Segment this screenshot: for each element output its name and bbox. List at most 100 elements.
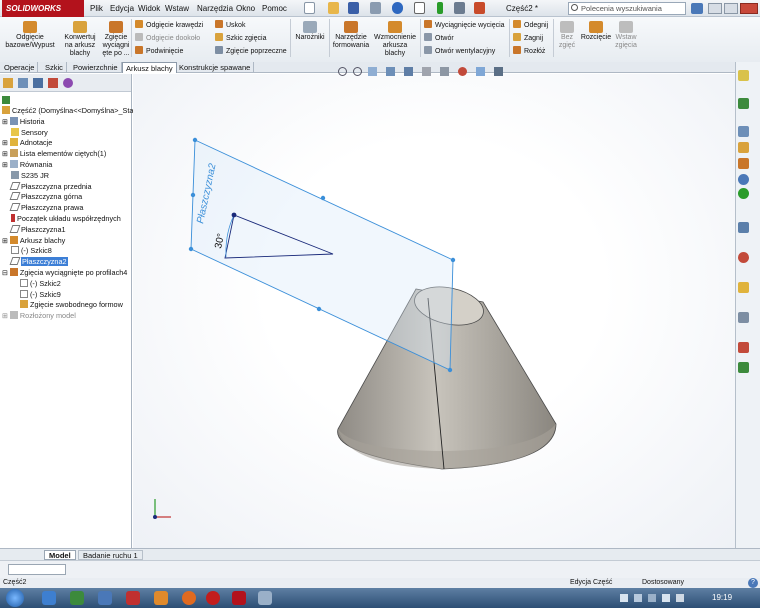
tray-icon[interactable]	[634, 594, 642, 602]
menu-tools[interactable]: Narzędzia	[197, 0, 233, 17]
file-explorer-icon[interactable]	[738, 158, 749, 169]
tray-icon[interactable]	[648, 594, 656, 602]
tree-item-flat-pattern[interactable]: ⊞ Rozłożony model	[2, 311, 76, 322]
units-dropdown[interactable]: Dostosowany	[642, 578, 684, 588]
plane-handle[interactable]	[447, 367, 453, 373]
graphics-viewport[interactable]: Płaszczyzna2 30°	[133, 67, 735, 548]
display-manager-tab-icon[interactable]	[63, 78, 73, 88]
tab-sketch[interactable]: Szkic	[42, 62, 67, 73]
sketched-bend-button[interactable]: Szkic zgięcia	[215, 33, 266, 44]
plane-handle[interactable]	[188, 246, 194, 252]
save-icon[interactable]	[348, 2, 359, 14]
tree-item-sketch2[interactable]: (-) Szkic2	[20, 278, 61, 290]
menu-insert[interactable]: Wstaw	[165, 0, 189, 17]
tree-item-front-plane[interactable]: Płaszczyzna przednia	[9, 181, 92, 193]
evaluate-icon[interactable]	[738, 70, 749, 81]
corners-button[interactable]: Narożniki	[294, 21, 326, 42]
taskbar-app-icon[interactable]	[70, 591, 84, 605]
plane-handle[interactable]	[316, 306, 322, 312]
view-palette-icon[interactable]	[738, 174, 749, 185]
sketch-tools-icon[interactable]	[738, 98, 749, 109]
rebuild-icon[interactable]	[437, 2, 443, 14]
plane-handle[interactable]	[450, 257, 456, 263]
tree-item-sensors[interactable]: Sensory	[11, 127, 48, 139]
check-icon[interactable]	[738, 282, 749, 293]
tree-item-equations[interactable]: ⊞ Równania	[2, 160, 52, 171]
sketch-point[interactable]	[231, 212, 237, 218]
minimize-button[interactable]	[708, 3, 722, 14]
select-cursor-icon[interactable]	[414, 2, 425, 14]
tolerance-icon[interactable]	[738, 252, 749, 263]
tree-item-plane1[interactable]: Płaszczyzna1	[9, 224, 66, 236]
tree-item-sketch8[interactable]: (-) Szkic8	[11, 246, 52, 257]
tree-item-origin[interactable]: Początek układu współrzędnych	[11, 214, 121, 225]
tree-item-top-plane[interactable]: Płaszczyzna górna	[9, 192, 82, 203]
menu-view[interactable]: Widok	[138, 0, 160, 17]
vent-button[interactable]: Otwór wentylacyjny	[424, 46, 495, 57]
forming-tool-button[interactable]: Narzędzie formowania	[332, 21, 370, 50]
menu-window[interactable]: Okno	[236, 0, 255, 17]
taskbar-app-icon[interactable]	[154, 591, 168, 605]
taskbar-solidworks-icon[interactable]	[232, 591, 246, 605]
search-commands-input[interactable]: Polecenia wyszukiwania	[568, 2, 686, 15]
tree-item-history[interactable]: ⊞ Historia	[2, 116, 45, 128]
jog-button[interactable]: Uskok	[215, 20, 245, 31]
tools-icon[interactable]	[738, 312, 749, 323]
sim-icon[interactable]	[738, 362, 749, 373]
fold-button[interactable]: Zagnij	[513, 33, 543, 44]
tab-motion-study[interactable]: Badanie ruchu 1	[78, 550, 143, 560]
edge-flange-button[interactable]: Odgięcie krawędzi	[135, 20, 203, 31]
flatten-button[interactable]: Rozłóż	[513, 46, 545, 57]
plane-handle[interactable]	[320, 195, 326, 201]
hole-button[interactable]: Otwór	[424, 33, 454, 44]
menu-file[interactable]: Plik	[90, 0, 103, 17]
tab-model[interactable]: Model	[44, 550, 76, 560]
menu-edit[interactable]: Edycja	[110, 0, 134, 17]
sheet-metal-gusset-button[interactable]: Wzmocnienie arkusza blachy	[372, 21, 418, 58]
plane-handle[interactable]	[192, 137, 198, 143]
base-flange-button[interactable]: Odgięcie bazowe/Wypust	[4, 21, 56, 50]
taskbar-firefox-icon[interactable]	[182, 591, 196, 605]
help-question-icon[interactable]	[691, 3, 703, 14]
configuration-manager-tab-icon[interactable]	[33, 78, 43, 88]
insert-bends-button[interactable]: Wstaw zgięcia	[612, 21, 640, 50]
cross-break-button[interactable]: Zgięcie poprzeczne	[215, 46, 287, 57]
dimxpert-tab-icon[interactable]	[48, 78, 58, 88]
tab-features[interactable]: Operacje	[1, 62, 39, 73]
extruded-cut-button[interactable]: Wyciągnięcie wycięcia	[424, 20, 505, 31]
print-icon[interactable]	[370, 2, 381, 14]
configuration-dropdown[interactable]	[8, 564, 66, 575]
open-folder-icon[interactable]	[328, 2, 339, 14]
close-button[interactable]	[740, 3, 758, 14]
file-properties-icon[interactable]	[454, 2, 465, 14]
miter-flange-button[interactable]: Odgięcie dookoło	[135, 33, 200, 44]
taskbar-app-icon[interactable]	[126, 591, 140, 605]
menu-help[interactable]: Pomoc	[262, 0, 287, 17]
start-button-icon[interactable]	[6, 589, 24, 607]
tree-root-part[interactable]: Część2 (Domyślna<<Domyślna>_Sta	[2, 106, 133, 117]
options-gear-icon[interactable]	[474, 2, 485, 14]
maximize-button[interactable]	[724, 3, 738, 14]
plane-handle[interactable]	[190, 192, 196, 198]
tree-item-lofted-bends[interactable]: ⊟ Zgięcia wyciągnięte po profilach4	[2, 268, 127, 279]
tab-weldments[interactable]: Konstrukcje spawane	[176, 62, 255, 73]
design-library-icon[interactable]	[738, 142, 749, 153]
clock[interactable]: 19:19	[712, 593, 732, 602]
addin-icon[interactable]	[738, 342, 749, 353]
rip-button[interactable]: Rozcięcie	[580, 21, 612, 42]
tab-surfaces[interactable]: Powierzchnie	[70, 62, 122, 73]
new-document-icon[interactable]	[304, 2, 315, 14]
solidworks-logo[interactable]: SOLIDWORKS	[2, 0, 84, 17]
tray-icon[interactable]	[620, 594, 628, 602]
tree-item-annotations[interactable]: ⊞ Adnotacje	[2, 138, 52, 149]
tab-sheet-metal[interactable]: Arkusz blachy	[122, 62, 177, 73]
feature-manager-tab-icon[interactable]	[3, 78, 13, 88]
tree-item-flat-pattern-bend[interactable]: Zgięcie swobodnego formow	[20, 300, 123, 311]
tree-item-sketch9[interactable]: (-) Szkic9	[20, 289, 61, 301]
filter-icon[interactable]	[2, 96, 10, 104]
tray-icon[interactable]	[662, 594, 670, 602]
unfold-button[interactable]: Odegnij	[513, 20, 548, 31]
taskbar-ie-icon[interactable]	[42, 591, 56, 605]
tree-item-right-plane[interactable]: Płaszczyzna prawa	[9, 203, 83, 214]
convert-to-sheet-metal-button[interactable]: Konwertuj na arkusz blachy	[60, 21, 100, 58]
